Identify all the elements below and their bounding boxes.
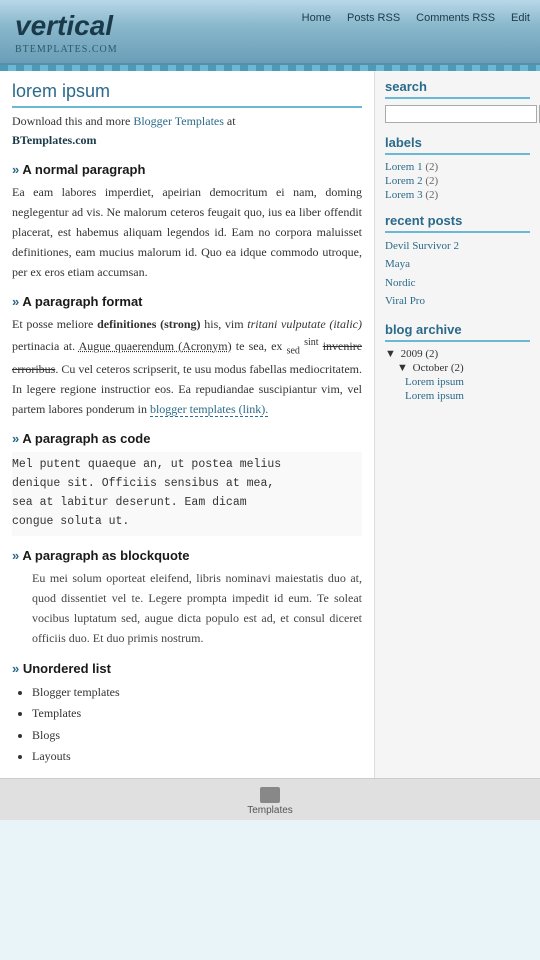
- section-format-text: Et posse meliore definitiones (strong) h…: [12, 315, 362, 419]
- list-item: Layouts: [32, 746, 362, 768]
- label-count: (2): [425, 161, 438, 173]
- section-code-heading: A paragraph as code: [12, 431, 362, 446]
- sidebar: search search labels Lorem 1 (2) Lorem 2…: [375, 71, 540, 778]
- archive-month-label: October: [413, 362, 448, 374]
- bottom-nav-templates[interactable]: Templates: [247, 787, 293, 816]
- label-count: (2): [425, 175, 438, 187]
- intro-blogger-link[interactable]: Blogger Templates: [133, 114, 224, 128]
- label-item[interactable]: Lorem 3 (2): [385, 189, 530, 201]
- intro-text-before: Download this and more: [12, 114, 130, 128]
- archive-month-count: (2): [451, 362, 464, 374]
- nav-posts-rss[interactable]: Posts RSS: [347, 12, 400, 24]
- recent-post-item[interactable]: Devil Survivor 2: [385, 239, 530, 254]
- recent-post-item[interactable]: Nordic: [385, 276, 530, 291]
- bottom-nav-templates-label: Templates: [247, 805, 293, 816]
- archive-year: ▼ 2009 (2): [385, 348, 530, 360]
- unordered-list: Blogger templates Templates Blogs Layout…: [12, 682, 362, 768]
- list-item: Templates: [32, 703, 362, 725]
- section-code-text: Mel putent quaeque an, ut postea melius …: [12, 452, 362, 536]
- sidebar-search-title: search: [385, 79, 530, 99]
- label-count: (2): [425, 189, 438, 201]
- blockquote-text: Eu mei solum oporteat eleifend, libris n…: [32, 569, 362, 648]
- nav-edit[interactable]: Edit: [511, 12, 530, 24]
- archive-post-item[interactable]: Lorem ipsum: [405, 376, 530, 388]
- top-nav: Home Posts RSS Comments RSS Edit: [302, 12, 530, 24]
- blogger-link[interactable]: blogger templates (link).: [150, 402, 268, 417]
- archive-post-item[interactable]: Lorem ipsum: [405, 390, 530, 402]
- italic-text: tritani vulputate (italic): [247, 317, 362, 331]
- post-intro: Download this and more Blogger Templates…: [12, 112, 362, 150]
- search-form: search: [385, 105, 530, 123]
- sup-text: sint: [304, 337, 318, 348]
- sidebar-labels-title: labels: [385, 135, 530, 155]
- site-header: vertical BTEMPLATES.COM Home Posts RSS C…: [0, 0, 540, 65]
- content-wrap: lorem ipsum Download this and more Blogg…: [0, 71, 540, 778]
- recent-post-item[interactable]: Maya: [385, 257, 530, 272]
- section-list-heading: Unordered list: [12, 661, 362, 676]
- intro-at: at: [227, 114, 236, 128]
- section-format-heading: A paragraph format: [12, 294, 362, 309]
- site-subtitle: BTEMPLATES.COM: [15, 44, 525, 55]
- label-item[interactable]: Lorem 1 (2): [385, 161, 530, 173]
- templates-icon: [260, 787, 280, 803]
- search-input[interactable]: [385, 105, 537, 123]
- archive-year-label: 2009: [401, 348, 423, 360]
- archive-year-count: (2): [425, 348, 438, 360]
- post-title: lorem ipsum: [12, 81, 362, 108]
- section-blockquote-heading: A paragraph as blockquote: [12, 548, 362, 563]
- blockquote-wrap: Eu mei solum oporteat eleifend, libris n…: [12, 569, 362, 648]
- sidebar-archive-title: blog archive: [385, 322, 530, 342]
- triangle-icon: ▼: [385, 348, 396, 360]
- sidebar-recent-posts-title: recent posts: [385, 213, 530, 233]
- archive-month: ▼ October (2): [397, 362, 530, 374]
- sub-text: sed: [287, 346, 300, 357]
- nav-home[interactable]: Home: [302, 12, 331, 24]
- recent-post-item[interactable]: Viral Pro: [385, 294, 530, 309]
- intro-btemplates-link[interactable]: BTemplates.com: [12, 133, 97, 147]
- label-item[interactable]: Lorem 2 (2): [385, 175, 530, 187]
- main-content: lorem ipsum Download this and more Blogg…: [0, 71, 375, 778]
- nav-comments-rss[interactable]: Comments RSS: [416, 12, 495, 24]
- strong-text: definitiones (strong): [97, 317, 200, 331]
- acronym-text: Augue quaerendum (Acronym): [79, 339, 232, 353]
- list-item: Blogs: [32, 725, 362, 747]
- bottom-nav: Templates: [0, 778, 540, 820]
- section-normal-text: Ea eam labores imperdiet, apeirian democ…: [12, 183, 362, 282]
- list-item: Blogger templates: [32, 682, 362, 704]
- section-normal-heading: A normal paragraph: [12, 162, 362, 177]
- triangle-icon: ▼: [397, 362, 408, 374]
